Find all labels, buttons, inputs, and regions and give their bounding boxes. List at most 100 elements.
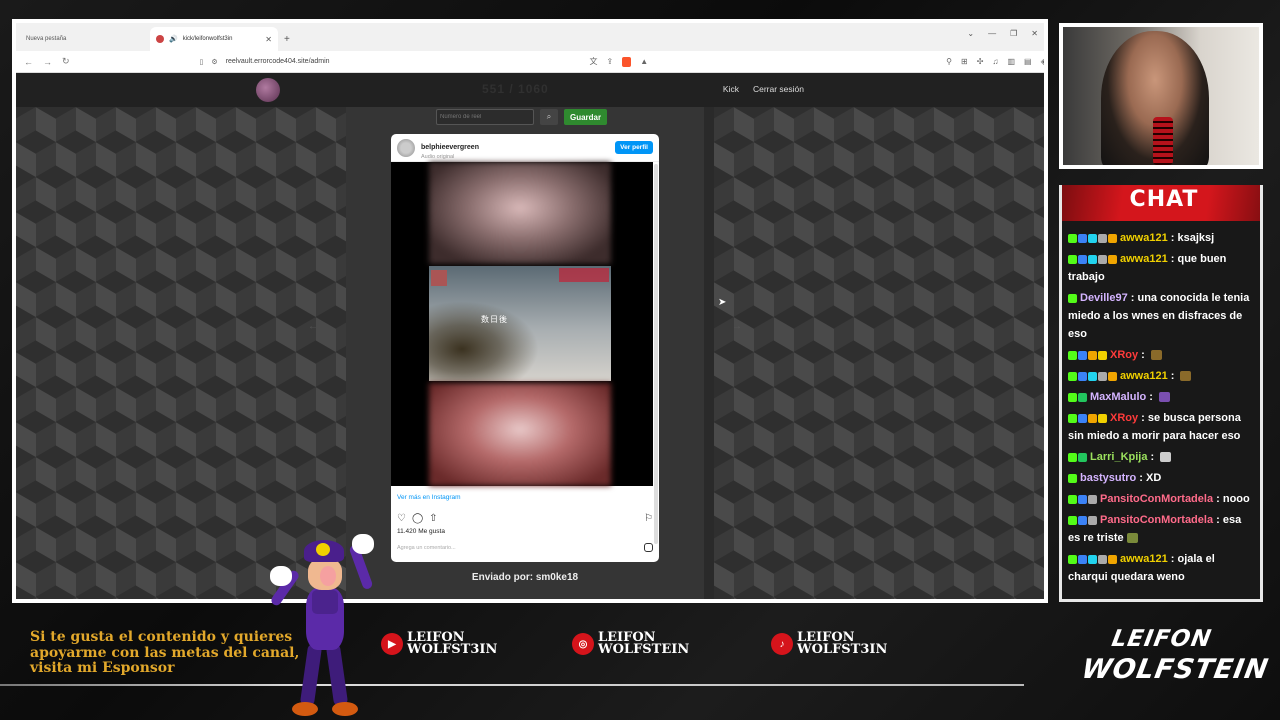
media-icon[interactable]: ♫ <box>992 57 998 66</box>
waluigi-mascot <box>268 532 378 720</box>
rewards-icon[interactable]: ▲ <box>640 57 648 66</box>
browser-window: Nueva pestaña 🔊 kick/leifonwolfst3in ✕ +… <box>16 23 1044 599</box>
youtube-icon: ▶ <box>381 633 403 655</box>
back-icon[interactable]: ← <box>24 57 33 67</box>
share-icon[interactable]: ⇧ <box>429 513 437 524</box>
chat-separator: : <box>1213 514 1223 526</box>
reel-number-input[interactable] <box>436 109 534 125</box>
pin-icon[interactable]: ⚲ <box>946 57 952 66</box>
chat-separator: : <box>1167 370 1178 382</box>
extension-icon[interactable]: ⊞ <box>961 57 968 66</box>
chat-message: PansitoConMortadela : nooo <box>1068 490 1254 508</box>
background-pattern-right <box>714 107 1044 599</box>
mouse-cursor-icon: ➤ <box>718 297 727 308</box>
wallet-icon[interactable]: ▤ <box>1024 57 1032 66</box>
reel-video[interactable]: 数日後 <box>391 162 653 486</box>
brave-shield-icon[interactable] <box>622 56 632 67</box>
badge-icon <box>1068 350 1077 360</box>
reload-icon[interactable]: ↻ <box>62 56 70 67</box>
url-text[interactable]: reelvault.errorcode404.site/admin <box>226 58 330 65</box>
tab-kick[interactable]: 🔊 kick/leifonwolfst3in ✕ <box>150 27 278 51</box>
social-name: LEIFON WOLFSTEIN <box>598 631 690 657</box>
video-frame-top <box>429 162 611 264</box>
badge-icon <box>1078 452 1087 462</box>
heart-icon[interactable]: ♡ <box>397 513 406 524</box>
chat-username[interactable]: Larri_Kpija <box>1090 451 1147 463</box>
close-tab-icon[interactable]: ✕ <box>265 35 272 44</box>
badge-icon <box>1078 233 1087 243</box>
site-logo[interactable] <box>256 78 280 102</box>
speaker-icon[interactable]: 🔊 <box>169 35 178 43</box>
comment-row: Agrega un comentario... <box>391 537 659 552</box>
social-name-line2: WOLFSTEIN <box>598 642 690 657</box>
badge-icon <box>1078 350 1087 360</box>
chat-text: XD <box>1146 472 1162 484</box>
emote-icon <box>1126 533 1138 544</box>
restore-icon[interactable]: ❐ <box>1010 29 1017 38</box>
video-thumbnail <box>431 270 447 286</box>
brand-line2: WOLFSTEIN <box>1079 654 1272 685</box>
chat-badges <box>1068 515 1097 525</box>
chat-badges <box>1068 413 1107 423</box>
new-tab-button[interactable]: + <box>278 34 296 51</box>
chat-text: ksajksj <box>1177 232 1215 244</box>
next-arrow-icon[interactable]: → <box>732 321 742 332</box>
mascot-glove-right <box>352 534 374 554</box>
share-icon[interactable]: ⇪ <box>607 57 614 66</box>
address-bar[interactable]: ▯ ⚙ reelvault.errorcode404.site/admin <box>80 54 580 70</box>
sidebar-icon[interactable]: ▥ <box>1007 57 1015 66</box>
chat-username[interactable]: bastysutro <box>1080 472 1136 484</box>
chat-username[interactable]: XRoy <box>1110 349 1138 361</box>
chat-message: awwa121 : que buen trabajo <box>1068 250 1254 286</box>
badge-icon <box>1098 371 1107 381</box>
reel-viewer: ⌕ Guardar ← → belphieevergreen Audio ori… <box>308 107 742 599</box>
badge-icon <box>1088 233 1097 243</box>
social-youtube: ▶ LEIFON WOLFST3IN <box>381 631 497 656</box>
badge-icon <box>1098 254 1107 264</box>
embed-username[interactable]: belphieevergreen <box>421 144 479 151</box>
view-profile-button[interactable]: Ver perfil <box>615 141 653 154</box>
bookmark-icon[interactable]: ⚐ <box>644 513 653 524</box>
badge-icon <box>1098 350 1107 360</box>
chat-username[interactable]: awwa121 <box>1120 553 1168 565</box>
mascot-shoe-left <box>292 702 318 716</box>
chat-separator: : <box>1138 412 1148 424</box>
logout-link[interactable]: Cerrar sesión <box>753 84 804 94</box>
badge-icon <box>1088 371 1097 381</box>
tab-new-tab[interactable]: Nueva pestaña <box>20 27 150 51</box>
comment-icon[interactable]: ◯ <box>412 513 423 524</box>
chat-message: XRoy : <box>1068 346 1254 364</box>
social-instagram: ◎ LEIFON WOLFSTEIN <box>572 631 690 657</box>
embed-scrollbar[interactable] <box>654 164 658 544</box>
kick-link[interactable]: Kick <box>723 84 739 94</box>
likes-count[interactable]: 11.420 Me gusta <box>391 526 659 537</box>
instagram-embed: belphieevergreen Audio original Ver perf… <box>391 134 659 562</box>
video-frame-middle: 数日後 <box>429 266 611 381</box>
translate-icon[interactable]: 文 <box>590 56 598 67</box>
mascot-shoe-right <box>332 702 358 716</box>
save-button[interactable]: Guardar <box>564 109 608 125</box>
puzzle-icon[interactable]: ✣ <box>977 57 984 66</box>
chat-username[interactable]: XRoy <box>1110 412 1138 424</box>
view-more-link[interactable]: Ver más en Instagram <box>391 486 659 507</box>
chat-username[interactable]: awwa121 <box>1120 253 1168 265</box>
site-info-icon[interactable]: ⚙ <box>211 58 217 66</box>
instagram-icon[interactable] <box>644 543 653 552</box>
chat-username[interactable]: awwa121 <box>1120 370 1168 382</box>
search-icon[interactable]: ⌕ <box>540 109 558 125</box>
vpn-icon[interactable]: ◈ <box>1041 57 1044 66</box>
chevron-down-icon[interactable]: ⌄ <box>967 29 974 38</box>
bookmark-icon[interactable]: ▯ <box>200 58 204 66</box>
chat-username[interactable]: awwa121 <box>1120 232 1168 244</box>
chat-username[interactable]: PansitoConMortadela <box>1100 514 1213 526</box>
forward-icon[interactable]: → <box>43 57 52 67</box>
chat-username[interactable]: MaxMalulo <box>1090 391 1146 403</box>
avatar[interactable] <box>397 138 415 157</box>
chat-username[interactable]: Deville97 <box>1080 292 1128 304</box>
minimize-icon[interactable]: — <box>988 29 996 38</box>
close-icon[interactable]: ✕ <box>1031 29 1038 38</box>
previous-arrow-icon[interactable]: ← <box>308 321 318 332</box>
comment-placeholder[interactable]: Agrega un comentario... <box>397 545 456 551</box>
embed-audio[interactable]: Audio original <box>421 154 479 160</box>
chat-username[interactable]: PansitoConMortadela <box>1100 493 1213 505</box>
